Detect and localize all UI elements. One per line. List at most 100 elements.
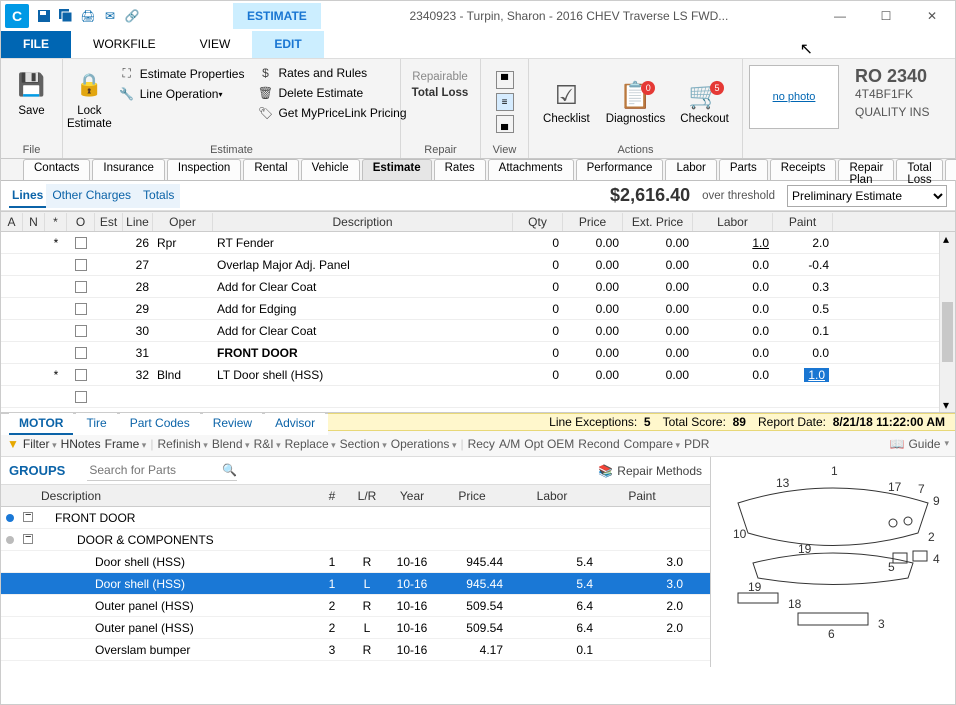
toolbar-am[interactable]: A/M xyxy=(499,437,520,451)
saveall-icon[interactable] xyxy=(55,5,77,27)
toolbar-ri[interactable]: R&I xyxy=(254,437,281,451)
parts-search-input[interactable] xyxy=(87,461,237,481)
view-bottom-button[interactable]: ▄ xyxy=(496,115,514,133)
mail-icon[interactable]: ✉ xyxy=(99,5,121,27)
link-icon[interactable]: 🔗 xyxy=(121,5,143,27)
checkout-button[interactable]: 🛒5Checkout xyxy=(675,79,734,125)
motor-tab-advisor[interactable]: Advisor xyxy=(265,413,325,435)
subtab-other-charges[interactable]: Other Charges xyxy=(46,184,137,208)
motor-tab-review[interactable]: Review xyxy=(203,413,262,435)
estimate-properties-button[interactable]: ⛶Estimate Properties xyxy=(112,63,251,84)
doctab-labor[interactable]: Labor xyxy=(665,159,716,180)
parts-row[interactable]: DOOR & COMPONENTS xyxy=(1,529,710,551)
doctab-notes[interactable]: Notes xyxy=(945,159,956,180)
estimate-line-row[interactable]: 28Add for Clear Coat00.000.000.00.3 xyxy=(1,276,939,298)
estimate-line-row[interactable]: 31FRONT DOOR00.000.000.00.0 xyxy=(1,342,939,364)
toolbar-frame[interactable]: Frame xyxy=(105,437,147,451)
parts-row[interactable]: Door shell (HSS)1R10-16945.445.43.0 xyxy=(1,551,710,573)
col-a: A xyxy=(1,213,23,231)
parts-col-paint: Paint xyxy=(597,489,687,503)
doctab-performance[interactable]: Performance xyxy=(576,159,664,180)
view-split-button[interactable]: ≡ xyxy=(496,93,514,111)
line-operation-button[interactable]: 🔧Line Operation ▾ xyxy=(112,84,251,104)
parts-col-price: Price xyxy=(437,489,507,503)
ribbon-group-actions: Actions xyxy=(529,144,742,158)
doctab-repair-plan[interactable]: Repair Plan xyxy=(838,159,894,180)
toolbar-replace[interactable]: Replace xyxy=(285,437,336,451)
svg-text:2: 2 xyxy=(928,530,935,544)
estimate-line-row[interactable]: 30Add for Clear Coat00.000.000.00.1 xyxy=(1,320,939,342)
lock-estimate-button[interactable]: 🔒Lock Estimate xyxy=(67,63,112,131)
lines-scrollbar[interactable]: ▴▾ xyxy=(939,232,955,412)
menu-view[interactable]: VIEW xyxy=(178,31,253,58)
col-labor: Labor xyxy=(693,213,773,231)
subtab-lines[interactable]: Lines xyxy=(9,184,46,208)
guide-button[interactable]: 📖 Guide xyxy=(889,437,949,451)
estimate-line-row[interactable]: 29Add for Edging00.000.000.00.5 xyxy=(1,298,939,320)
repair-methods-button[interactable]: 📚Repair Methods xyxy=(598,464,702,478)
threshold-label: over threshold xyxy=(702,190,775,202)
rates-rules-button[interactable]: $Rates and Rules xyxy=(250,63,412,83)
delete-estimate-button[interactable]: 🗑Delete Estimate xyxy=(250,83,412,103)
parts-diagram[interactable]: 1131779 1019524 191863 xyxy=(711,457,955,667)
doctab-insurance[interactable]: Insurance xyxy=(92,159,165,180)
line-exceptions-value: 5 xyxy=(644,415,651,429)
checklist-button[interactable]: ☑Checklist xyxy=(537,79,596,125)
estimate-line-row[interactable]: 27Overlap Major Adj. Panel00.000.000.0-0… xyxy=(1,254,939,276)
doctab-estimate[interactable]: Estimate xyxy=(362,159,432,180)
save-button[interactable]: 💾Save xyxy=(5,63,58,118)
doctab-attachments[interactable]: Attachments xyxy=(488,159,574,180)
mypricelink-button[interactable]: 🏷Get MyPriceLink Pricing xyxy=(250,103,412,123)
diagnostics-button[interactable]: 📋0Diagnostics xyxy=(606,79,665,125)
menu-edit[interactable]: EDIT xyxy=(252,31,323,58)
no-photo-link[interactable]: no photo xyxy=(749,65,839,129)
doctab-inspection[interactable]: Inspection xyxy=(167,159,241,180)
doctab-rates[interactable]: Rates xyxy=(434,159,486,180)
svg-text:18: 18 xyxy=(788,597,802,611)
doctab-receipts[interactable]: Receipts xyxy=(770,159,837,180)
repairable-button[interactable]: Repairable xyxy=(412,71,468,83)
toolbar-filter[interactable]: Filter xyxy=(23,437,57,451)
total-loss-button[interactable]: Total Loss xyxy=(412,87,469,99)
toolbar-operations[interactable]: Operations xyxy=(391,437,457,451)
maximize-button[interactable]: ☐ xyxy=(863,1,909,31)
toolbar-pdr[interactable]: PDR xyxy=(684,437,709,451)
doctab-contacts[interactable]: Contacts xyxy=(23,159,90,180)
toolbar-recond[interactable]: Recond xyxy=(578,437,619,451)
doctab-rental[interactable]: Rental xyxy=(243,159,298,180)
col-est: Est xyxy=(95,213,123,231)
toolbar-recy[interactable]: Recy xyxy=(468,437,495,451)
parts-col-lr: L/R xyxy=(347,489,387,503)
menu-file[interactable]: FILE xyxy=(1,31,71,58)
parts-row[interactable]: Door shell (HSS)1L10-16945.445.43.0 xyxy=(1,573,710,595)
toolbar-section[interactable]: Section xyxy=(340,437,387,451)
minimize-button[interactable]: — xyxy=(817,1,863,31)
parts-row[interactable]: Outer panel (HSS)2L10-16509.546.42.0 xyxy=(1,617,710,639)
toolbar-compare[interactable]: Compare xyxy=(624,437,680,451)
ribbon-group-file: File xyxy=(1,144,62,158)
close-button[interactable]: ✕ xyxy=(909,1,955,31)
motor-tab-part-codes[interactable]: Part Codes xyxy=(120,413,200,435)
doctab-total-loss[interactable]: Total Loss xyxy=(896,159,942,180)
estimate-line-row[interactable]: *26RprRT Fender00.000.001.02.0 xyxy=(1,232,939,254)
view-top-button[interactable]: ▀ xyxy=(496,71,514,89)
subtab-totals[interactable]: Totals xyxy=(137,184,180,208)
toolbar-optoem[interactable]: Opt OEM xyxy=(524,437,574,451)
parts-row[interactable]: Outer panel (HSS)2R10-16509.546.42.0 xyxy=(1,595,710,617)
parts-row[interactable]: FRONT DOOR xyxy=(1,507,710,529)
search-icon[interactable]: 🔍 xyxy=(222,463,237,477)
motor-tab-motor[interactable]: MOTOR xyxy=(9,413,73,435)
doctab-vehicle[interactable]: Vehicle xyxy=(301,159,360,180)
doctab-parts[interactable]: Parts xyxy=(719,159,768,180)
toolbar-blend[interactable]: Blend xyxy=(212,437,250,451)
estimate-line-row[interactable] xyxy=(1,386,939,408)
toolbar-hnotes[interactable]: HNotes xyxy=(61,437,101,451)
menu-workfile[interactable]: WORKFILE xyxy=(71,31,178,58)
toolbar-refinish[interactable]: Refinish xyxy=(157,437,207,451)
estimate-status-select[interactable]: Preliminary Estimate xyxy=(787,185,947,207)
print-icon[interactable]: 🖨 xyxy=(77,5,99,27)
parts-row[interactable]: Overslam bumper3R10-164.170.1 xyxy=(1,639,710,661)
motor-tab-tire[interactable]: Tire xyxy=(76,413,116,435)
estimate-line-row[interactable]: *32BlndLT Door shell (HSS)00.000.000.01.… xyxy=(1,364,939,386)
save-icon[interactable] xyxy=(33,5,55,27)
